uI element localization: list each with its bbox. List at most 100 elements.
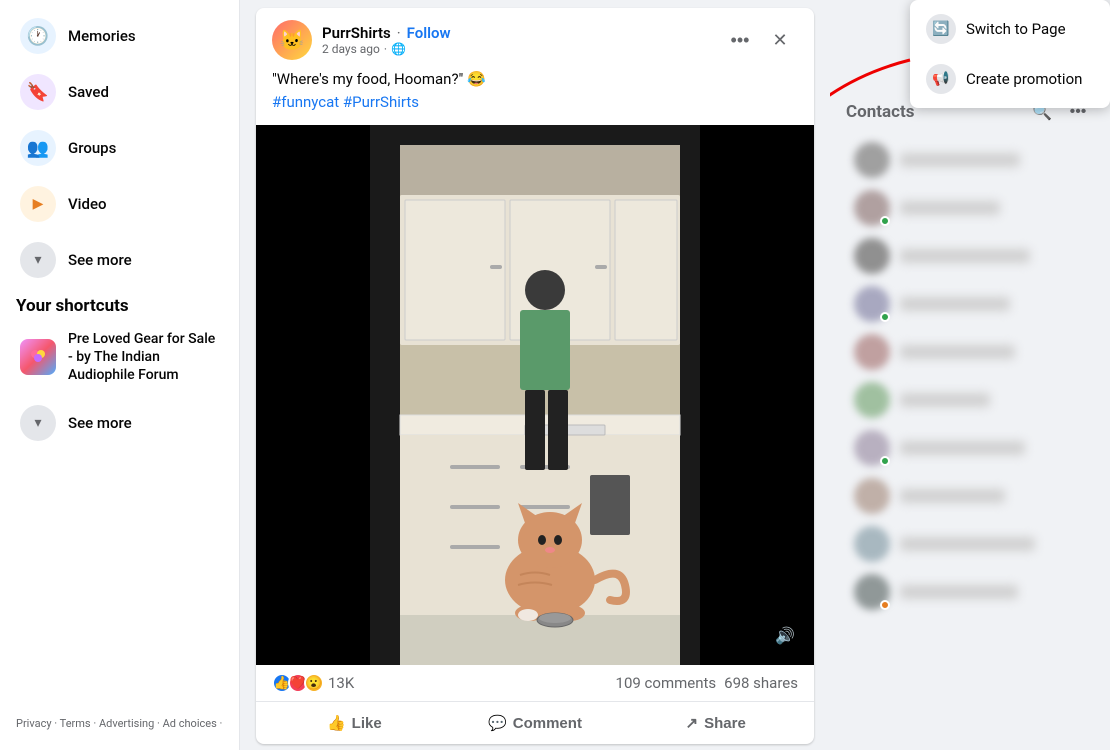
reaction-emojis: 👍 ❤️ 😮 <box>272 673 324 693</box>
shortcut-item-audiophile[interactable]: Pre Loved Gear for Sale - by The Indian … <box>8 322 231 393</box>
reactions-right: 109 comments 698 shares <box>616 674 798 692</box>
like-button[interactable]: 👍 Like <box>264 706 445 740</box>
dropdown-menu: 🔄 Switch to Page 📢 Create promotion <box>910 0 1110 108</box>
contact-item[interactable] <box>838 280 1102 328</box>
shares-count[interactable]: 698 shares <box>724 674 798 692</box>
footer-terms[interactable]: Terms <box>60 717 91 730</box>
reactions-count: 13K <box>328 674 354 692</box>
post-hashtags[interactable]: #funnycat #PurrShirts <box>272 93 419 111</box>
post-header-left: 🐱 PurrShirts · Follow 2 days ago · 🌐 <box>272 20 451 60</box>
memories-icon: 🕐 <box>20 18 56 54</box>
contact-item[interactable] <box>838 568 1102 616</box>
post-buttons: 👍 Like 💬 Comment ↗ Share <box>256 702 814 744</box>
contact-avatar <box>854 574 890 610</box>
sidebar-label-video: Video <box>68 195 107 213</box>
feed-content: 🐱 PurrShirts · Follow 2 days ago · 🌐 <box>256 8 814 742</box>
separator: · <box>397 24 401 42</box>
volume-button[interactable]: 🔊 <box>768 619 802 653</box>
reactions-left[interactable]: 👍 ❤️ 😮 13K <box>272 673 354 693</box>
sidebar-item-saved[interactable]: 🔖 Saved <box>8 66 231 118</box>
switch-to-page-label: Switch to Page <box>966 20 1066 38</box>
contact-avatar <box>854 526 890 562</box>
megaphone-icon: 📢 <box>926 64 956 94</box>
share-icon: ↗ <box>686 714 699 732</box>
post-meta: PurrShirts · Follow 2 days ago · 🌐 <box>322 24 451 56</box>
contact-avatar <box>854 334 890 370</box>
main-feed: 🐱 PurrShirts · Follow 2 days ago · 🌐 <box>240 0 830 750</box>
contact-name <box>900 585 1018 599</box>
contact-item[interactable] <box>838 472 1102 520</box>
contact-item[interactable] <box>838 232 1102 280</box>
sidebar-item-groups[interactable]: 👥 Groups <box>8 122 231 174</box>
contact-name <box>900 537 1035 551</box>
create-promotion-item[interactable]: 📢 Create promotion <box>910 54 1110 104</box>
share-button[interactable]: ↗ Share <box>625 706 806 740</box>
sidebar-item-memories[interactable]: 🕐 Memories <box>8 10 231 62</box>
contact-name <box>900 201 1000 215</box>
shortcuts-title: Your shortcuts <box>0 288 239 320</box>
follow-link[interactable]: Follow <box>407 24 451 42</box>
wow-emoji: 😮 <box>304 673 324 693</box>
shortcuts-see-more-button[interactable]: ▾ See more <box>8 397 231 449</box>
contact-name <box>900 297 1010 311</box>
footer-advertising[interactable]: Advertising <box>99 717 154 730</box>
post-card: 🐱 PurrShirts · Follow 2 days ago · 🌐 <box>256 8 814 744</box>
reactions-bar: 👍 ❤️ 😮 13K 109 comments 698 shares <box>256 665 814 702</box>
contact-name <box>900 441 1025 455</box>
switch-to-page-item[interactable]: 🔄 Switch to Page <box>910 4 1110 54</box>
contact-item[interactable] <box>838 424 1102 472</box>
separator: · <box>384 42 387 56</box>
contact-name <box>900 489 1005 503</box>
like-label: Like <box>352 715 382 732</box>
left-sidebar: 🕐 Memories 🔖 Saved 👥 Groups ▶ Video ▾ Se… <box>0 0 240 750</box>
contact-item[interactable] <box>838 520 1102 568</box>
shortcut-icon <box>20 339 56 375</box>
see-more-button[interactable]: ▾ See more <box>8 234 231 286</box>
post-caption: "Where's my food, Hooman?" 😂 <box>272 70 486 88</box>
shortcuts-see-more-label: See more <box>68 414 132 432</box>
post-actions: ••• ✕ <box>722 22 798 58</box>
comment-label: Comment <box>513 715 582 732</box>
contact-item[interactable] <box>838 328 1102 376</box>
sidebar-label-memories: Memories <box>68 27 136 45</box>
share-label: Share <box>704 715 746 732</box>
sidebar-item-video[interactable]: ▶ Video <box>8 178 231 230</box>
contact-avatar <box>854 478 890 514</box>
comments-count[interactable]: 109 comments <box>616 674 717 692</box>
contact-item[interactable] <box>838 376 1102 424</box>
footer-ad-choices[interactable]: Ad choices <box>163 717 217 730</box>
like-icon: 👍 <box>327 714 346 732</box>
switch-page-icon: 🔄 <box>926 14 956 44</box>
post-text: "Where's my food, Hooman?" 😂 #funnycat #… <box>256 60 814 125</box>
comment-button[interactable]: 💬 Comment <box>445 706 626 740</box>
groups-icon: 👥 <box>20 130 56 166</box>
chevron-down-icon: ▾ <box>20 242 56 278</box>
post-time-text: 2 days ago <box>322 42 380 56</box>
contact-name <box>900 153 1020 167</box>
footer-privacy[interactable]: Privacy <box>16 717 52 730</box>
video-icon: ▶ <box>20 186 56 222</box>
comment-icon: 💬 <box>488 714 507 732</box>
post-close-button[interactable]: ✕ <box>762 22 798 58</box>
contact-item[interactable] <box>838 184 1102 232</box>
sidebar-footer: Privacy · Terms · Advertising · Ad choic… <box>0 705 239 742</box>
globe-icon: 🌐 <box>391 42 406 56</box>
post-more-button[interactable]: ••• <box>722 22 758 58</box>
post-time: 2 days ago · 🌐 <box>322 42 451 56</box>
shortcuts-chevron-down-icon: ▾ <box>20 405 56 441</box>
see-more-label: See more <box>68 251 132 269</box>
contact-item[interactable] <box>838 136 1102 184</box>
post-media[interactable]: 🔊 <box>256 125 814 665</box>
contact-avatar <box>854 142 890 178</box>
contact-name <box>900 393 990 407</box>
shortcut-label: Pre Loved Gear for Sale - by The Indian … <box>68 330 219 385</box>
saved-icon: 🔖 <box>20 74 56 110</box>
post-avatar[interactable]: 🐱 <box>272 20 312 60</box>
post-video[interactable]: 🔊 <box>256 125 814 665</box>
contact-name <box>900 345 1015 359</box>
contact-avatar <box>854 286 890 322</box>
contact-avatar <box>854 190 890 226</box>
post-author[interactable]: PurrShirts <box>322 24 391 42</box>
right-sidebar: 🔄 Switch to Page 📢 Create promotion Cont… <box>830 0 1110 750</box>
contact-avatar <box>854 430 890 466</box>
